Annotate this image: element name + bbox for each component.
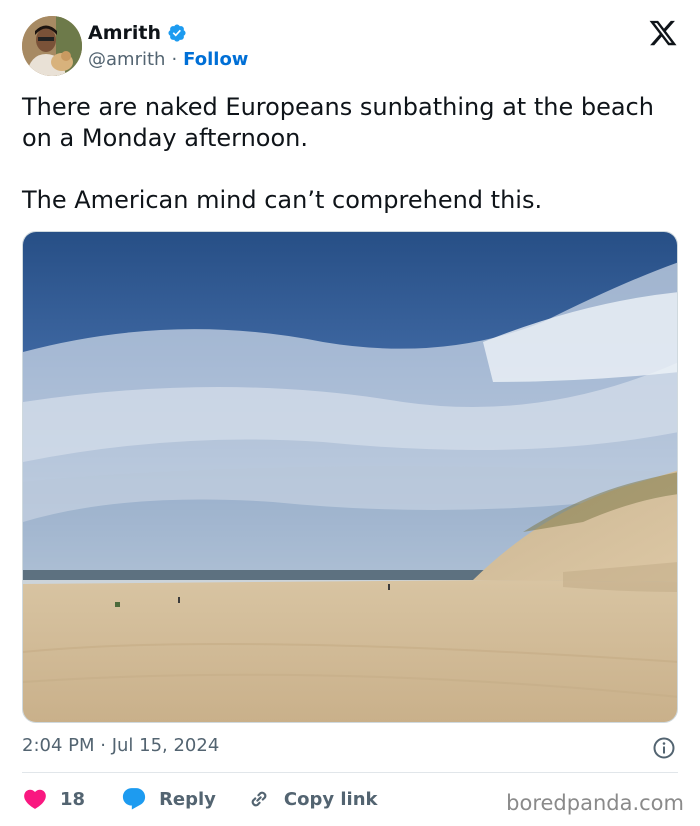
tweet-card: Amrith @amrith · Follow There are naked …: [0, 0, 700, 826]
tweet-text: There are naked Europeans sunbathing at …: [22, 92, 672, 216]
author-name-row: Amrith: [88, 22, 187, 44]
x-logo-icon[interactable]: [648, 18, 678, 48]
copy-link-button[interactable]: Copy link: [246, 786, 378, 812]
reply-button[interactable]: Reply: [121, 786, 216, 812]
tweet-text-line: The American mind can’t comprehend this.: [22, 186, 543, 214]
author-name[interactable]: Amrith: [88, 22, 161, 44]
reply-bubble-icon: [122, 788, 146, 810]
link-icon: [251, 791, 267, 807]
action-bar: 18 Reply Copy link: [22, 784, 378, 814]
watermark: boredpanda.com: [506, 791, 684, 815]
follow-button[interactable]: Follow: [183, 49, 248, 70]
reply-label: Reply: [159, 788, 216, 810]
author-handle[interactable]: @amrith: [88, 49, 165, 70]
like-button[interactable]: 18: [22, 786, 85, 812]
heart-icon: [24, 789, 46, 809]
info-icon[interactable]: [652, 736, 676, 760]
separator: ·: [171, 49, 178, 70]
author-handle-row: @amrith · Follow: [88, 49, 248, 70]
avatar[interactable]: [22, 16, 82, 76]
divider: [22, 772, 678, 773]
like-count: 18: [60, 788, 86, 810]
verified-badge-icon: [168, 24, 186, 42]
timestamp[interactable]: 2:04 PM · Jul 15, 2024: [22, 735, 219, 756]
tweet-text-line: There are naked Europeans sunbathing at …: [22, 93, 654, 152]
copy-link-label: Copy link: [283, 788, 378, 810]
tweet-photo[interactable]: [22, 231, 678, 723]
